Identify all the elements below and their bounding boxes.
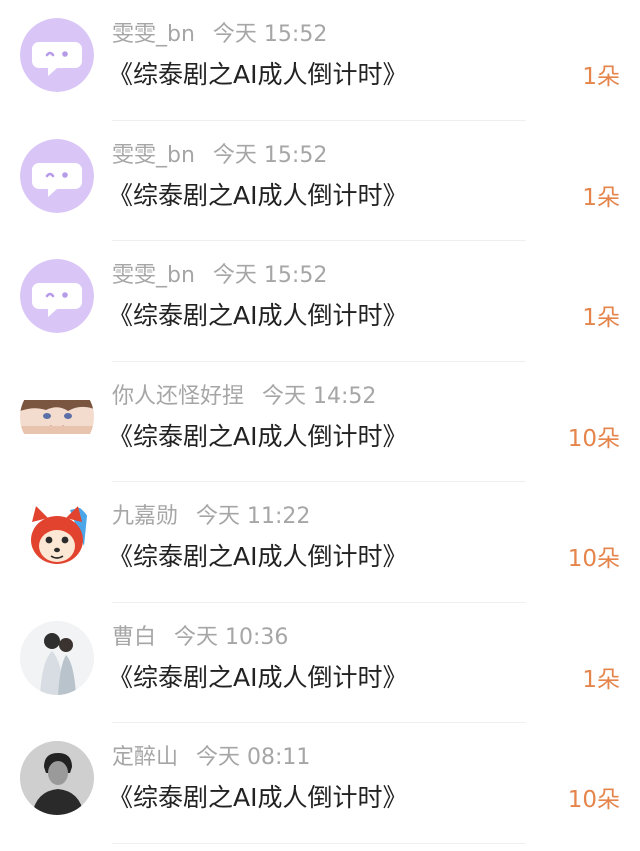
work-title: 《综泰剧之AI成人倒计时》 <box>108 783 408 812</box>
avatar[interactable] <box>20 741 94 815</box>
sender-meta: 曹白 今天 10:36 <box>112 623 288 653</box>
work-title: 《综泰剧之AI成人倒计时》 <box>108 60 408 89</box>
flower-count: 10朵 <box>567 546 620 572</box>
work-title: 《综泰剧之AI成人倒计时》 <box>108 421 408 451</box>
portrait-photo-avatar <box>20 741 94 815</box>
timestamp: 今天 10:36 <box>174 624 289 650</box>
timestamp: 今天 14:52 <box>262 383 377 409</box>
timestamp: 今天 15:52 <box>212 263 328 288</box>
purple-chat-icon <box>20 259 94 333</box>
sender-meta: 定醉山 今天 08:11 <box>112 743 310 773</box>
list-item[interactable]: 曹白 今天 10:36 《综泰剧之AI成人倒计时》 1朵 <box>0 603 640 723</box>
avatar[interactable] <box>20 259 94 333</box>
sender-name[interactable]: 雯雯_bn <box>112 263 195 288</box>
sender-name[interactable]: 你人还怪好捏 <box>112 384 244 409</box>
avatar[interactable] <box>20 138 94 213</box>
anime-boy-avatar <box>20 379 94 454</box>
list-item[interactable]: 雯雯_bn 今天 15:52 《综泰剧之AI成人倒计时》 1朵 <box>0 241 640 362</box>
list-item[interactable]: 雯雯_bn 今天 15:52 《综泰剧之AI成人倒计时》 1朵 <box>0 121 640 241</box>
flower-count: 10朵 <box>567 425 620 452</box>
sender-name[interactable]: 曹白 <box>112 625 156 650</box>
purple-chat-icon <box>20 138 94 213</box>
flower-count: 1朵 <box>582 305 620 331</box>
avatar[interactable] <box>20 620 94 695</box>
couple-photo-avatar <box>20 620 94 695</box>
list-item[interactable]: 你人还怪好捏 今天 14:52 《综泰剧之AI成人倒计时》 10朵 <box>0 362 640 482</box>
avatar[interactable] <box>20 18 94 92</box>
list-item[interactable]: 九嘉勋 今天 11:22 《综泰剧之AI成人倒计时》 10朵 <box>0 482 640 603</box>
red-fox-avatar <box>20 500 94 574</box>
avatar[interactable] <box>20 379 94 454</box>
list-item[interactable]: 雯雯_bn 今天 15:52 《综泰剧之AI成人倒计时》 1朵 <box>0 0 640 121</box>
work-title: 《综泰剧之AI成人倒计时》 <box>108 180 408 210</box>
flower-count: 1朵 <box>582 184 620 211</box>
sender-name[interactable]: 九嘉勋 <box>112 504 178 529</box>
work-title: 《综泰剧之AI成人倒计时》 <box>108 542 408 571</box>
timestamp: 今天 08:11 <box>196 745 311 770</box>
list-item[interactable]: 定醉山 今天 08:11 《综泰剧之AI成人倒计时》 10朵 <box>0 723 640 844</box>
flower-count: 1朵 <box>582 64 620 90</box>
sender-meta: 你人还怪好捏 今天 14:52 <box>112 382 376 412</box>
purple-chat-icon <box>20 18 94 92</box>
sender-meta: 雯雯_bn 今天 15:52 <box>112 141 327 171</box>
timestamp: 今天 11:22 <box>196 504 311 529</box>
gift-record-list: 雯雯_bn 今天 15:52 《综泰剧之AI成人倒计时》 1朵 雯雯_bn 今天 1… <box>0 0 640 851</box>
work-title: 《综泰剧之AI成人倒计时》 <box>108 301 408 330</box>
avatar[interactable] <box>20 500 94 574</box>
flower-count: 10朵 <box>567 787 620 813</box>
sender-meta: 雯雯_bn 今天 15:52 <box>112 20 327 50</box>
sender-name[interactable]: 定醉山 <box>112 745 178 770</box>
sender-name[interactable]: 雯雯_bn <box>112 143 195 168</box>
sender-meta: 九嘉勋 今天 11:22 <box>112 502 310 532</box>
sender-meta: 雯雯_bn 今天 15:52 <box>112 261 327 291</box>
timestamp: 今天 15:52 <box>212 22 328 47</box>
flower-count: 1朵 <box>582 666 620 693</box>
work-title: 《综泰剧之AI成人倒计时》 <box>108 662 408 692</box>
timestamp: 今天 15:52 <box>212 142 328 168</box>
sender-name[interactable]: 雯雯_bn <box>112 22 195 47</box>
divider <box>112 842 526 844</box>
